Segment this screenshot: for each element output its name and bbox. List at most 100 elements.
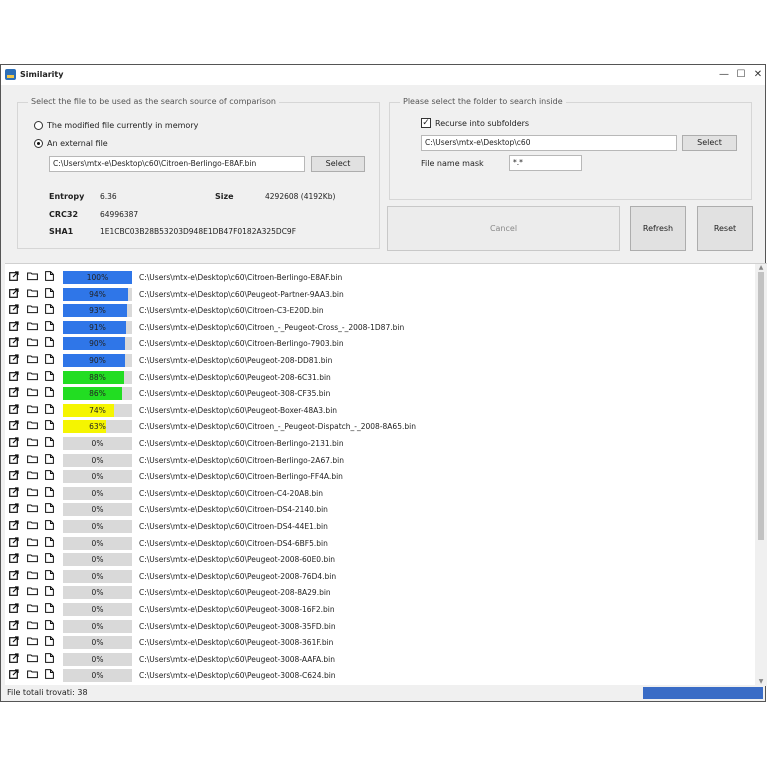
- file-icon[interactable]: [45, 354, 55, 364]
- folder-icon[interactable]: [27, 653, 38, 663]
- folder-icon[interactable]: [27, 603, 38, 613]
- folder-icon[interactable]: [27, 636, 38, 646]
- open-external-icon[interactable]: [9, 304, 19, 315]
- result-row[interactable]: 63% C:\Users\mtx-e\Desktop\c60\Citroen_-_…: [5, 417, 753, 434]
- result-row[interactable]: 88% C:\Users\mtx-e\Desktop\c60\Peugeot-20…: [5, 368, 753, 385]
- maximize-icon[interactable]: ☐: [734, 68, 748, 82]
- file-icon[interactable]: [45, 486, 55, 497]
- result-row[interactable]: 0% C:\Users\mtx-e\Desktop\c60\Peugeot-200…: [5, 567, 753, 584]
- folder-icon[interactable]: [27, 387, 38, 397]
- result-row[interactable]: 91% C:\Users\mtx-e\Desktop\c60\Citroen_-_…: [5, 318, 753, 335]
- open-external-icon[interactable]: [9, 271, 19, 281]
- open-external-icon[interactable]: [9, 570, 19, 580]
- refresh-button[interactable]: Refresh: [630, 206, 686, 251]
- folder-icon[interactable]: [27, 586, 38, 596]
- folder-icon[interactable]: [27, 503, 38, 513]
- result-row[interactable]: 0% C:\Users\mtx-e\Desktop\c60\Citroen-Ber…: [5, 434, 753, 451]
- result-row[interactable]: 0% C:\Users\mtx-e\Desktop\c60\Peugeot-300…: [5, 617, 753, 634]
- folder-icon[interactable]: [27, 570, 38, 580]
- open-external-icon[interactable]: [9, 337, 19, 348]
- file-icon[interactable]: [45, 503, 55, 514]
- result-row[interactable]: 74% C:\Users\mtx-e\Desktop\c60\Peugeot-Bo…: [5, 401, 753, 418]
- file-icon[interactable]: [45, 586, 55, 597]
- open-external-icon[interactable]: [9, 586, 19, 597]
- results-list[interactable]: 100% C:\Users\mtx-e\Desktop\c60\Citroen-B…: [5, 263, 767, 686]
- result-row[interactable]: 0% C:\Users\mtx-e\Desktop\c60\Citroen-DS4…: [5, 534, 753, 551]
- vertical-scrollbar[interactable]: ▲ ▼: [755, 264, 767, 686]
- open-external-icon[interactable]: [9, 453, 19, 464]
- file-icon[interactable]: [45, 337, 55, 348]
- open-external-icon[interactable]: [9, 287, 19, 298]
- folder-icon[interactable]: [27, 470, 38, 480]
- scrollbar-thumb[interactable]: [758, 272, 764, 540]
- open-external-icon[interactable]: [9, 669, 19, 680]
- folder-icon[interactable]: [27, 304, 38, 314]
- open-external-icon[interactable]: [9, 636, 19, 647]
- folder-icon[interactable]: [27, 520, 38, 530]
- recurse-checkbox[interactable]: ✓: [421, 118, 431, 128]
- open-external-icon[interactable]: [9, 387, 19, 398]
- file-icon[interactable]: [45, 636, 55, 647]
- result-row[interactable]: 100% C:\Users\mtx-e\Desktop\c60\Citroen-B…: [5, 268, 753, 285]
- result-row[interactable]: 0% C:\Users\mtx-e\Desktop\c60\Citroen-Ber…: [5, 451, 753, 468]
- folder-icon[interactable]: [27, 337, 38, 347]
- result-row[interactable]: 90% C:\Users\mtx-e\Desktop\c60\Peugeot-20…: [5, 351, 753, 368]
- file-icon[interactable]: [45, 387, 55, 398]
- result-row[interactable]: 93% C:\Users\mtx-e\Desktop\c60\Citroen-C3…: [5, 301, 753, 318]
- file-icon[interactable]: [45, 320, 55, 331]
- result-row[interactable]: 0% C:\Users\mtx-e\Desktop\c60\Peugeot-300…: [5, 666, 753, 683]
- folder-icon[interactable]: [27, 354, 38, 364]
- open-external-icon[interactable]: [9, 321, 19, 331]
- folder-icon[interactable]: [27, 620, 38, 630]
- result-row[interactable]: 0% C:\Users\mtx-e\Desktop\c60\Peugeot-208…: [5, 583, 753, 600]
- open-external-icon[interactable]: [9, 619, 19, 630]
- result-row[interactable]: 0% C:\Users\mtx-e\Desktop\c60\Citroen-Ber…: [5, 467, 753, 484]
- open-external-icon[interactable]: [9, 420, 19, 431]
- radio-memory-file[interactable]: [34, 121, 43, 130]
- open-external-icon[interactable]: [9, 470, 19, 481]
- file-icon[interactable]: [45, 403, 55, 414]
- folder-icon[interactable]: [27, 321, 38, 331]
- folder-icon[interactable]: [27, 271, 38, 281]
- result-row[interactable]: 0% C:\Users\mtx-e\Desktop\c60\Peugeot-300…: [5, 600, 753, 617]
- file-icon[interactable]: [45, 437, 55, 447]
- file-icon[interactable]: [45, 453, 55, 464]
- open-external-icon[interactable]: [9, 487, 19, 497]
- file-icon[interactable]: [45, 370, 55, 381]
- file-icon[interactable]: [45, 669, 55, 680]
- folder-icon[interactable]: [27, 454, 38, 464]
- result-row[interactable]: 86% C:\Users\mtx-e\Desktop\c60\Peugeot-30…: [5, 384, 753, 401]
- folder-icon[interactable]: [27, 537, 38, 547]
- file-icon[interactable]: [45, 520, 55, 530]
- open-external-icon[interactable]: [9, 536, 19, 547]
- open-external-icon[interactable]: [9, 404, 19, 414]
- close-icon[interactable]: ✕: [751, 68, 765, 82]
- file-icon[interactable]: [45, 603, 55, 613]
- file-icon[interactable]: [45, 304, 55, 315]
- folder-icon[interactable]: [27, 437, 38, 447]
- open-external-icon[interactable]: [9, 520, 19, 530]
- folder-icon[interactable]: [27, 553, 38, 563]
- result-row[interactable]: 0% C:\Users\mtx-e\Desktop\c60\Citroen-DS4…: [5, 500, 753, 517]
- folder-icon[interactable]: [27, 404, 38, 414]
- result-row[interactable]: 0% C:\Users\mtx-e\Desktop\c60\Peugeot-300…: [5, 650, 753, 667]
- folder-icon[interactable]: [27, 487, 38, 497]
- file-icon[interactable]: [45, 536, 55, 547]
- result-row[interactable]: 0% C:\Users\mtx-e\Desktop\c60\Peugeot-200…: [5, 550, 753, 567]
- result-row[interactable]: 0% C:\Users\mtx-e\Desktop\c60\Peugeot-300…: [5, 633, 753, 650]
- open-external-icon[interactable]: [9, 503, 19, 514]
- open-external-icon[interactable]: [9, 354, 19, 364]
- scroll-up-icon[interactable]: ▲: [755, 264, 767, 272]
- folder-icon[interactable]: [27, 669, 38, 679]
- folder-icon[interactable]: [27, 371, 38, 381]
- open-external-icon[interactable]: [9, 437, 19, 447]
- folder-path-input[interactable]: C:\Users\mtx-e\Desktop\c60: [421, 135, 677, 151]
- file-icon[interactable]: [45, 619, 55, 630]
- cancel-button[interactable]: Cancel: [387, 206, 620, 251]
- file-icon[interactable]: [45, 271, 55, 281]
- radio-external-file[interactable]: [34, 139, 43, 148]
- folder-icon[interactable]: [27, 288, 38, 298]
- open-external-icon[interactable]: [9, 603, 19, 613]
- source-select-button[interactable]: Select: [311, 156, 365, 172]
- file-icon[interactable]: [45, 420, 55, 431]
